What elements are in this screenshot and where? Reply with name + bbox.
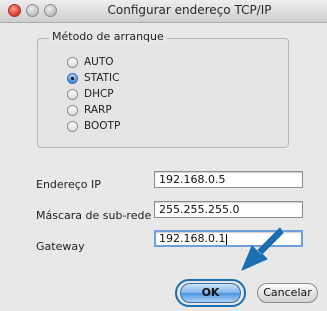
radio-label-dhcp: DHCP [84,88,114,100]
gateway-value: 192.168.0.1 [159,232,226,245]
subnet-mask-input[interactable]: 255.255.255.0 [154,201,303,218]
radio-label-bootp: BOOTP [84,120,121,132]
gateway-label: Gateway [36,240,85,253]
radio-static[interactable] [67,72,78,84]
close-window-icon[interactable] [8,4,21,17]
cancel-button[interactable]: Cancelar [257,283,318,303]
radio-option-rarp[interactable]: RARP [67,102,112,118]
pointer-arrow-icon [241,227,284,271]
radio-auto[interactable] [67,56,78,68]
radio-bootp[interactable] [67,120,78,132]
window-title: Configurar endereço TCP/IP [107,3,272,17]
radio-option-bootp[interactable]: BOOTP [67,118,120,134]
boot-method-legend: Método de arranque [49,30,167,43]
title-bar: Configurar endereço TCP/IP [0,0,327,23]
radio-label-static: STATIC [84,72,120,84]
zoom-window-icon[interactable] [44,4,57,17]
ip-address-value: 192.168.0.5 [159,173,226,186]
subnet-mask-label: Máscara de sub-rede [36,209,152,222]
radio-option-dhcp[interactable]: DHCP [67,86,114,102]
radio-option-static[interactable]: STATIC [67,70,119,86]
ip-address-label: Endereço IP [36,178,101,191]
radio-label-rarp: RARP [84,104,112,116]
ip-address-input[interactable]: 192.168.0.5 [154,171,303,188]
minimize-window-icon[interactable] [26,4,39,17]
tcpip-config-window: Configurar endereço TCP/IP Método de arr… [0,0,327,311]
radio-label-auto: AUTO [84,56,114,68]
radio-dhcp[interactable] [67,88,78,100]
ok-button[interactable]: OK [180,283,241,303]
subnet-mask-value: 255.255.255.0 [159,203,240,216]
radio-option-auto[interactable]: AUTO [67,54,114,70]
radio-rarp[interactable] [67,104,78,116]
